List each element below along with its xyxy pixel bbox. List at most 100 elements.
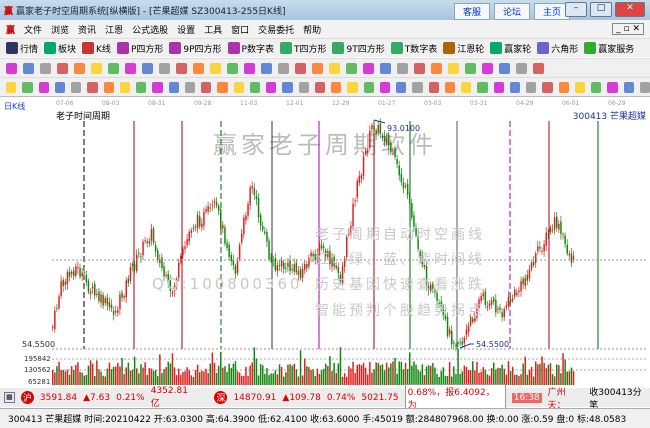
tool-icon[interactable] <box>119 81 130 93</box>
tool-icon[interactable] <box>431 62 442 74</box>
tool-icon[interactable] <box>136 81 147 93</box>
menu-browse[interactable]: 浏览 <box>51 23 69 36</box>
tool-icon[interactable] <box>210 62 221 74</box>
menu-help[interactable]: 帮助 <box>303 23 321 36</box>
menu-window[interactable]: 窗口 <box>231 23 249 36</box>
tool-icon[interactable] <box>509 81 520 93</box>
tool-icon[interactable] <box>380 62 391 74</box>
tool-icon[interactable] <box>278 62 289 74</box>
tool-icon[interactable] <box>233 81 244 93</box>
toolbar-button[interactable]: K线 <box>82 42 111 55</box>
tool-icon[interactable] <box>193 62 204 74</box>
tool-icon[interactable] <box>465 62 476 74</box>
tool-icon[interactable] <box>412 81 423 93</box>
tool-icon[interactable] <box>125 62 136 74</box>
tool-icon[interactable] <box>363 62 374 74</box>
tool-icon[interactable] <box>108 62 119 74</box>
tool-icon[interactable] <box>533 62 544 74</box>
tool-icon[interactable] <box>526 81 537 93</box>
tool-icon[interactable] <box>244 62 255 74</box>
tool-icon[interactable] <box>295 62 306 74</box>
tool-icon[interactable] <box>40 62 51 74</box>
toolbar-button[interactable]: 9T四方形 <box>332 42 385 55</box>
toolbar-button[interactable]: 板块 <box>44 42 76 55</box>
tool-icon[interactable] <box>347 81 358 93</box>
menu-file[interactable]: 文件 <box>24 23 42 36</box>
tool-icon[interactable] <box>312 62 323 74</box>
tool-icon[interactable] <box>152 81 163 93</box>
tool-icon[interactable] <box>298 81 309 93</box>
tool-icon[interactable] <box>57 62 68 74</box>
tool-icon[interactable] <box>6 62 17 74</box>
tool-icon[interactable] <box>482 62 493 74</box>
tool-icon[interactable] <box>477 81 488 93</box>
tool-icon[interactable] <box>314 81 325 93</box>
tool-icon[interactable] <box>6 81 17 93</box>
tool-icon[interactable] <box>249 81 260 93</box>
maximize-button[interactable]: □ <box>590 2 612 17</box>
toolbar-button[interactable]: 9P四方形 <box>169 42 222 55</box>
kline-chart[interactable]: 日K线 07-06 08-03 08-31 09-28 11-03 12-01 12-29 0… <box>0 96 650 386</box>
tool-icon[interactable] <box>461 81 472 93</box>
menu-trade[interactable]: 交易委托 <box>258 23 294 36</box>
mdi-controls[interactable]: _ ▫ ✕ <box>612 23 644 35</box>
tool-icon[interactable] <box>22 81 33 93</box>
tool-icon[interactable] <box>103 81 114 93</box>
tool-icon[interactable] <box>558 81 569 93</box>
tool-icon[interactable] <box>516 62 527 74</box>
tool-icon[interactable] <box>397 62 408 74</box>
tool-icon[interactable] <box>159 62 170 74</box>
toolbar-button[interactable]: T数字表 <box>390 42 437 55</box>
toolbar-button[interactable]: P四方形 <box>116 42 163 55</box>
tool-icon[interactable] <box>448 62 459 74</box>
tool-icon[interactable] <box>261 62 272 74</box>
tool-icon[interactable] <box>607 81 618 93</box>
menu-news[interactable]: 资讯 <box>78 23 96 36</box>
tool-icon[interactable] <box>396 81 407 93</box>
minimize-button[interactable]: – <box>565 2 587 17</box>
close-button[interactable]: ✕ <box>615 2 645 17</box>
toolbar-button[interactable]: T四方形 <box>279 42 326 55</box>
tool-icon[interactable] <box>574 81 585 93</box>
tool-icon[interactable] <box>346 62 357 74</box>
tool-icon[interactable] <box>266 81 277 93</box>
toolbar-button[interactable]: 赢家轮 <box>490 42 531 55</box>
tool-icon[interactable] <box>499 62 510 74</box>
toolbar-button[interactable]: P数字表 <box>227 42 274 55</box>
tool-icon[interactable] <box>414 62 425 74</box>
toolbar-button[interactable]: 行情 <box>6 42 38 55</box>
tool-icon[interactable] <box>142 62 153 74</box>
tool-icon[interactable] <box>184 81 195 93</box>
tool-icon[interactable] <box>168 81 179 93</box>
menu-formula[interactable]: 公式选股 <box>132 23 168 36</box>
tool-icon[interactable] <box>331 81 342 93</box>
menu-gann[interactable]: 江恩 <box>105 23 123 36</box>
tool-icon[interactable] <box>623 81 634 93</box>
tool-icon[interactable] <box>493 81 504 93</box>
toolbar-button[interactable]: 江恩轮 <box>443 42 484 55</box>
tool-icon[interactable] <box>591 81 602 93</box>
tool-icon[interactable] <box>74 62 85 74</box>
keyboard-icon[interactable]: ▦ <box>4 392 15 403</box>
tool-icon[interactable] <box>201 81 212 93</box>
tool-icon[interactable] <box>176 62 187 74</box>
tool-icon[interactable] <box>87 81 98 93</box>
toolbar-button[interactable]: 六角形 <box>537 42 578 55</box>
tool-icon[interactable] <box>639 81 650 93</box>
tool-icon[interactable] <box>282 81 293 93</box>
tool-icon[interactable] <box>542 81 553 93</box>
tool-icon[interactable] <box>363 81 374 93</box>
forum-link[interactable]: 论坛 <box>493 3 530 20</box>
tick-detail[interactable]: 收300413分笔 <box>589 385 650 411</box>
toolbar-button[interactable]: 赢家服务 <box>584 42 634 55</box>
tool-icon[interactable] <box>91 62 102 74</box>
tool-icon[interactable] <box>227 62 238 74</box>
service-link[interactable]: 客服 <box>453 3 490 20</box>
tool-icon[interactable] <box>444 81 455 93</box>
tool-icon[interactable] <box>428 81 439 93</box>
tool-icon[interactable] <box>217 81 228 93</box>
tool-icon[interactable] <box>23 62 34 74</box>
tool-icon[interactable] <box>379 81 390 93</box>
tool-icon[interactable] <box>71 81 82 93</box>
tool-icon[interactable] <box>54 81 65 93</box>
